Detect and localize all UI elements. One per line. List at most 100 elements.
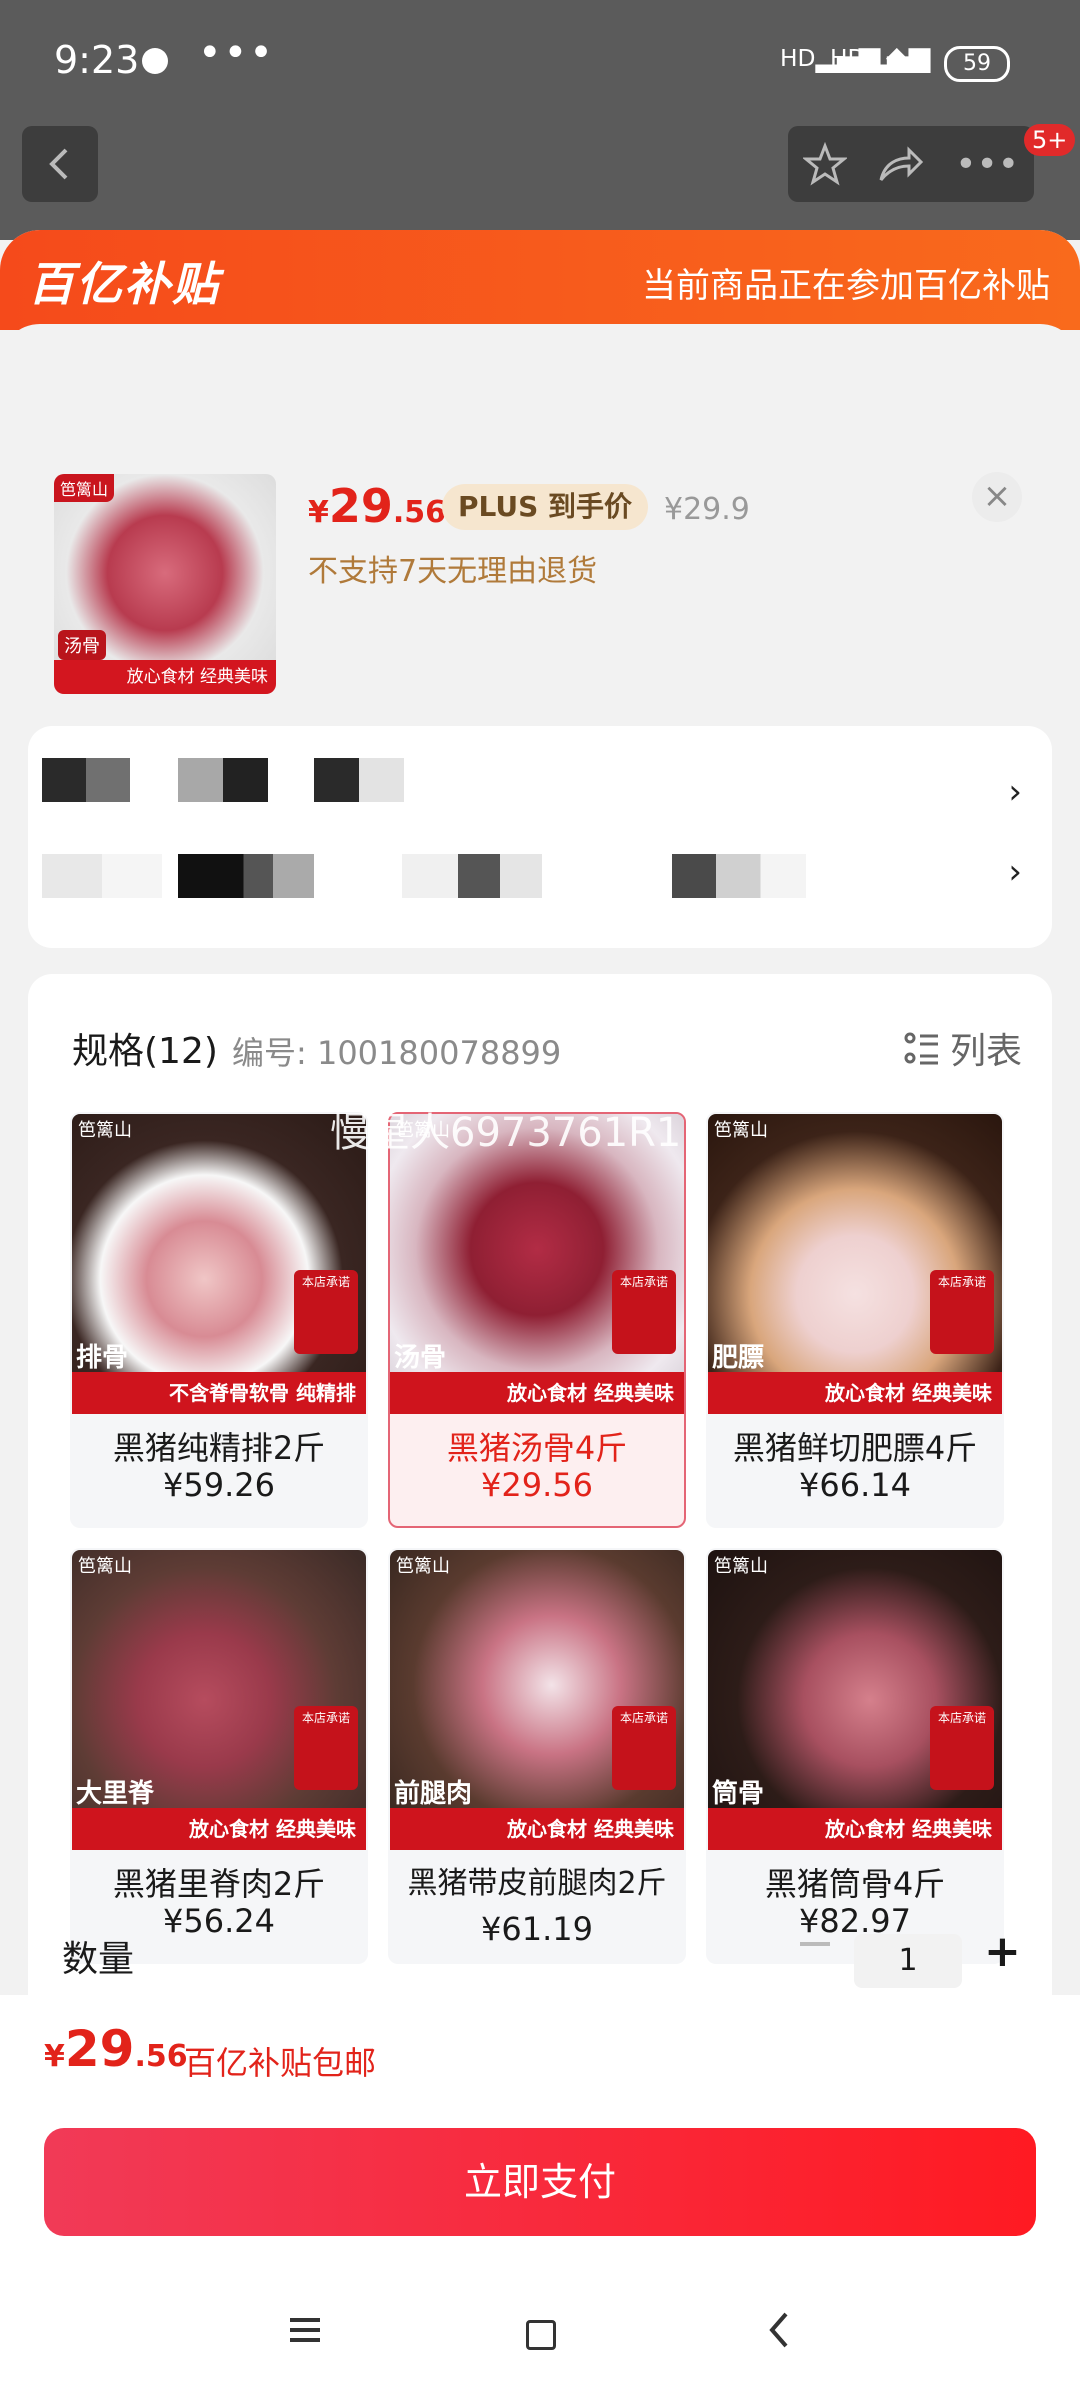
- sku-banner: 放心食材 经典美味: [390, 1372, 684, 1414]
- notification-badge: 5+: [1024, 124, 1076, 156]
- quantity-label: 数量: [62, 1939, 135, 1980]
- quantity-increment-button[interactable]: +: [984, 1926, 1021, 1977]
- recent-apps-icon[interactable]: [290, 2312, 320, 2348]
- sku-brand: 笆篱山: [78, 1120, 132, 1141]
- sku-name: 黑猪带皮前腿肉2斤: [407, 1866, 667, 1901]
- sku-banner: 放心食材 经典美味: [72, 1808, 366, 1850]
- sku-image: 笆篱山 本店承诺 肥膘 放心食材 经典美味: [708, 1114, 1002, 1414]
- redacted-block: [672, 854, 806, 898]
- redacted-block: [42, 758, 130, 802]
- sku-option[interactable]: 笆篱山 本店承诺 筒骨 放心食材 经典美味 黑猪筒骨4斤 ¥82.97: [706, 1548, 1004, 1964]
- sku-option[interactable]: 笆篱山 本店承诺 排骨 不含脊骨软骨 纯精排 黑猪纯精排2斤 ¥59.26: [70, 1112, 368, 1528]
- sku-name: 黑猪汤骨4斤: [446, 1429, 628, 1467]
- sku-brand: 笆篱山: [714, 1120, 768, 1141]
- sku-option-selected[interactable]: 笆篱山 本店承诺 汤骨 放心食材 经典美味 黑猪汤骨4斤 ¥29.56: [388, 1112, 686, 1528]
- sku-name: 黑猪鲜切肥膘4斤: [732, 1429, 978, 1467]
- signal-2-label: HD: [830, 44, 866, 72]
- status-more-dots: •••: [198, 30, 275, 76]
- sku-price: ¥59.26: [163, 1466, 275, 1504]
- sku-image: 笆篱山 本店承诺 筒骨 放心食材 经典美味: [708, 1550, 1002, 1850]
- signal-2-icon: HD▂▄▆: [830, 40, 931, 73]
- return-policy-note: 不支持7天无理由退货: [308, 554, 598, 589]
- list-icon: [904, 1032, 938, 1065]
- price-integer: 29: [328, 479, 393, 533]
- sku-tag: 筒骨: [712, 1779, 765, 1809]
- thumb-tag: 汤骨: [58, 630, 106, 660]
- list-view-toggle[interactable]: 列表: [904, 1022, 1022, 1074]
- sku-image: 笆篱山 本店承诺 大里脊 放心食材 经典美味: [72, 1550, 366, 1850]
- chevron-left-icon: [49, 148, 68, 180]
- close-button[interactable]: ×: [972, 472, 1022, 522]
- status-bar: 9:23 ••• HD▂▄▆ HD▂▄▆ ◆ 59: [0, 0, 1080, 120]
- sku-tag: 排骨: [76, 1343, 129, 1373]
- sku-image: 笆篱山 本店承诺 前腿肉 放心食材 经典美味: [390, 1550, 684, 1850]
- pay-now-button[interactable]: 立即支付: [44, 2128, 1036, 2236]
- original-price: ¥29.9: [664, 492, 750, 527]
- sku-promise: 本店承诺: [612, 1706, 676, 1790]
- product-thumbnail: 笆篱山 汤骨 放心食材 经典美味: [54, 474, 276, 694]
- sku-option[interactable]: 笆篱山 本店承诺 大里脊 放心食材 经典美味 黑猪里脊肉2斤 ¥56.24: [70, 1548, 368, 1964]
- delivery-chevron-icon[interactable]: ›: [1008, 852, 1022, 892]
- redacted-block: [314, 758, 404, 802]
- sku-tag: 前腿肉: [394, 1779, 473, 1809]
- sku-banner: 放心食材 经典美味: [390, 1808, 684, 1850]
- subsidy-logo: 百亿补贴: [28, 257, 220, 311]
- sku-promise: 本店承诺: [612, 1270, 676, 1354]
- battery-icon: 59: [944, 46, 1010, 82]
- thumb-brand: 笆篱山: [54, 474, 115, 502]
- sku-promise: 本店承诺: [930, 1706, 994, 1790]
- sku-tag: 肥膘: [712, 1343, 765, 1373]
- sku-option[interactable]: 笆篱山 本店承诺 前腿肉 放心食材 经典美味 黑猪带皮前腿肉2斤 ¥61.19: [388, 1548, 686, 1964]
- sku-banner: 放心食材 经典美味: [708, 1808, 1002, 1850]
- spec-title: 规格(12): [72, 1031, 218, 1072]
- sku-option[interactable]: 笆篱山 本店承诺 肥膘 放心食材 经典美味 黑猪鲜切肥膘4斤 ¥66.14: [706, 1112, 1004, 1528]
- total-price: ¥29.56: [44, 2020, 188, 2078]
- price-currency: ¥: [308, 495, 329, 530]
- sku-price: ¥61.19: [481, 1910, 593, 1948]
- sku-brand: 笆篱山: [396, 1120, 450, 1141]
- sku-image: 笆篱山 本店承诺 排骨 不含脊骨软骨 纯精排: [72, 1114, 366, 1414]
- price-decimal: .56: [392, 495, 447, 530]
- sku-brand: 笆篱山: [714, 1556, 768, 1577]
- wifi-icon: ◆: [886, 40, 908, 73]
- sku-banner: 不含脊骨软骨 纯精排: [72, 1372, 366, 1414]
- sku-price: ¥29.56: [481, 1466, 593, 1504]
- sku-image: 笆篱山 本店承诺 汤骨 放心食材 经典美味: [390, 1114, 684, 1414]
- more-icon[interactable]: •••: [955, 144, 1019, 185]
- share-icon[interactable]: [877, 144, 925, 184]
- sku-name: 黑猪筒骨4斤: [764, 1865, 946, 1903]
- address-chevron-icon[interactable]: ›: [1008, 772, 1022, 812]
- sku-name: 黑猪纯精排2斤: [112, 1429, 326, 1467]
- top-actions: •••: [788, 126, 1034, 202]
- total-integer: 29: [64, 2020, 135, 2078]
- subsidy-banner: 百亿补贴 当前商品正在参加百亿补贴: [0, 230, 1080, 330]
- total-decimal: .56: [134, 2039, 188, 2074]
- redacted-block: [42, 854, 162, 898]
- sku-brand: 笆篱山: [396, 1556, 450, 1577]
- star-icon[interactable]: [803, 142, 848, 186]
- product-code: 编号: 100180078899: [232, 1034, 562, 1072]
- home-icon[interactable]: [526, 2320, 556, 2350]
- quantity-input[interactable]: 1: [854, 1934, 962, 1988]
- subsidy-text: 当前商品正在参加百亿补贴: [642, 266, 1050, 306]
- sku-tag: 汤骨: [394, 1343, 447, 1373]
- nav-back-icon[interactable]: [766, 2310, 792, 2350]
- address-card[interactable]: › ›: [28, 726, 1052, 948]
- quantity-decrement-button[interactable]: [800, 1942, 830, 1946]
- plus-price-badge: PLUS 到手价: [442, 484, 649, 530]
- product-price: ¥29.56: [308, 479, 446, 533]
- notification-icon: [142, 48, 168, 74]
- shipping-note: 百亿补贴包邮: [184, 2044, 377, 2082]
- sku-name: 黑猪里脊肉2斤: [112, 1865, 326, 1903]
- redacted-block: [178, 854, 314, 898]
- sku-price: ¥66.14: [799, 1466, 911, 1504]
- back-button[interactable]: [22, 126, 98, 202]
- thumb-banner: 放心食材 经典美味: [54, 660, 276, 694]
- sku-promise: 本店承诺: [294, 1270, 358, 1354]
- signal-1-label: HD: [780, 44, 816, 72]
- status-time: 9:23: [54, 38, 140, 82]
- sku-promise: 本店承诺: [930, 1270, 994, 1354]
- redacted-block: [402, 854, 542, 898]
- total-currency: ¥: [44, 2039, 65, 2074]
- spec-card: 规格(12) 编号: 100180078899 列表 笆篱山 本店承诺 排骨 不…: [28, 974, 1052, 2174]
